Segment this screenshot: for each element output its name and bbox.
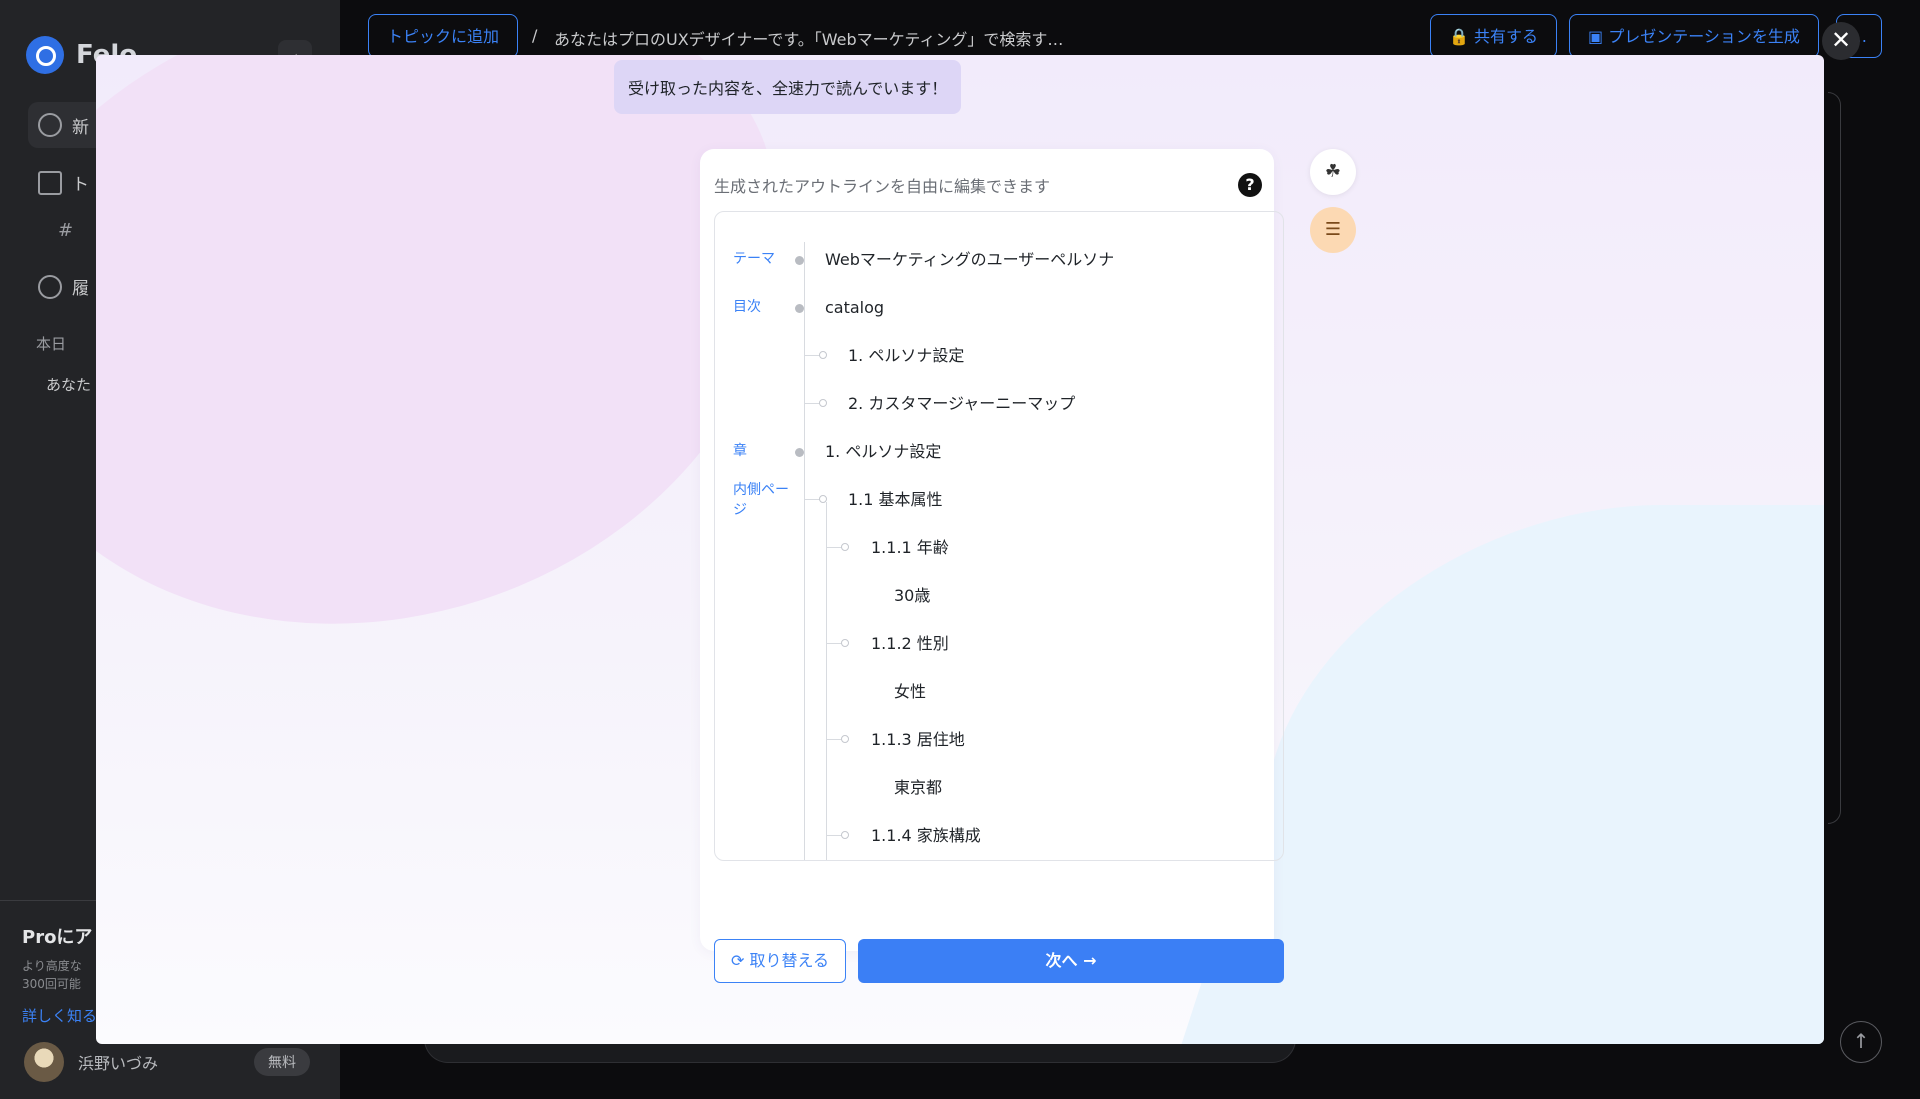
theme-label: テーマ	[733, 251, 775, 267]
theme-value[interactable]: Webマーケティングのユーザーペルソナ	[825, 248, 1114, 272]
bookmark-icon	[38, 170, 62, 195]
outline-dot	[795, 448, 804, 457]
subsection-row[interactable]: 1.1.3 居住地	[715, 728, 1283, 752]
toc-item[interactable]: 2. カスタマージャーニーマップ	[715, 392, 1283, 416]
shapes-tool-button[interactable]: ☘	[1310, 149, 1356, 195]
presentation-label: プレゼンテーションを生成	[1608, 27, 1800, 46]
logo-icon	[26, 36, 64, 74]
close-modal-button[interactable]: ✕	[1822, 22, 1860, 60]
subsection-value-row[interactable]: 東京都	[715, 776, 1283, 800]
outline-row-section[interactable]: 内側ページ 1.1 基本属性	[715, 482, 1283, 518]
outline-hint: 生成されたアウトラインを自由に編集できます	[714, 177, 1051, 196]
subsection-value-row[interactable]: 女性	[715, 680, 1283, 704]
share-button[interactable]: 🔒 共有する	[1430, 14, 1558, 58]
sidebar-item-history[interactable]: 履	[38, 274, 89, 299]
next-button[interactable]: 次へ →	[858, 939, 1284, 983]
subsection-title[interactable]: 1.1.4 家族構成	[871, 824, 981, 848]
plan-badge: 無料	[254, 1048, 310, 1076]
background-panel	[1828, 92, 1841, 824]
subsection-value[interactable]: 30歳	[894, 584, 930, 608]
inner-page-label-line: 内側ペー	[733, 482, 789, 498]
outline-card: 生成されたアウトラインを自由に編集できます ? テーマ Webマーケティングのユ…	[700, 149, 1284, 983]
toc-label: 目次	[733, 299, 761, 315]
subsection-value[interactable]: 女性	[894, 680, 926, 704]
export-outline-button[interactable]: ☰	[1310, 207, 1356, 253]
top-bar: トピックに追加 / あなたはプロのUXデザイナーです。「Webマーケティング」で…	[368, 14, 1900, 58]
section-today: 本日	[36, 335, 67, 353]
breadcrumb-separator: /	[532, 26, 538, 45]
toc-value[interactable]: catalog	[825, 296, 884, 320]
pro-desc-line: 300回可能	[22, 977, 81, 991]
replace-label: 取り替える	[749, 951, 830, 970]
subsection-row[interactable]: 1.1.1 年齢	[715, 536, 1283, 560]
scroll-to-top-button[interactable]: ↑	[1840, 1021, 1882, 1063]
subsection-title[interactable]: 1.1.2 性別	[871, 632, 949, 656]
help-icon[interactable]: ?	[1238, 173, 1262, 197]
generate-presentation-button[interactable]: ▣ プレゼンテーションを生成	[1569, 14, 1819, 58]
outline-modal: 受け取った内容を、全速力で読んでいます！ 生成されたアウトラインを自由に編集でき…	[96, 55, 1824, 1044]
subsection-row[interactable]: 1.1.2 性別	[715, 632, 1283, 656]
history-item[interactable]: あなた	[46, 374, 91, 395]
outline-node	[819, 399, 827, 407]
export-list-icon: ☰	[1324, 219, 1342, 240]
subsection-value[interactable]: 東京都	[894, 776, 942, 800]
toc-item[interactable]: 1. ペルソナ設定	[715, 344, 1283, 368]
outline-dot	[795, 256, 804, 265]
outline-row-theme[interactable]: テーマ Webマーケティングのユーザーペルソナ	[715, 248, 1283, 272]
toc-item-text[interactable]: 1. ペルソナ設定	[848, 344, 964, 368]
outline-row-toc[interactable]: 目次 catalog	[715, 296, 1283, 320]
section-title[interactable]: 1.1 基本属性	[848, 488, 943, 512]
sidebar-item-topics[interactable]: ト	[38, 170, 89, 195]
sidebar-item-label: 履	[72, 279, 89, 299]
outline-node	[841, 735, 849, 743]
outline-row-chapter[interactable]: 章 1. ペルソナ設定	[715, 440, 1283, 464]
share-label: 共有する	[1474, 27, 1539, 46]
subsection-row[interactable]: 1.1.4 家族構成	[715, 824, 1283, 848]
replace-button[interactable]: ⟳ 取り替える	[714, 939, 846, 983]
add-topic-button[interactable]: トピックに追加	[368, 14, 519, 58]
shapes-icon: ☘	[1324, 161, 1342, 182]
user-name: 浜野いづみ	[78, 1054, 159, 1073]
outline-node	[841, 639, 849, 647]
outline-node	[819, 495, 827, 503]
outline-node	[841, 831, 849, 839]
outline-editor[interactable]: テーマ Webマーケティングのユーザーペルソナ 目次 catalog 1. ペル…	[714, 211, 1284, 861]
pro-desc-line: より高度な	[22, 959, 82, 973]
subsection-value-row[interactable]: 30歳	[715, 584, 1283, 608]
plus-chat-icon	[38, 113, 62, 137]
sidebar-item-label: 新	[72, 117, 89, 138]
inner-page-label: 内側ページ	[733, 480, 789, 520]
toc-item-text[interactable]: 2. カスタマージャーニーマップ	[848, 392, 1075, 416]
subsection-title[interactable]: 1.1.3 居住地	[871, 728, 965, 752]
outline-dot	[795, 304, 804, 313]
user-profile[interactable]: 浜野いづみ	[24, 1042, 158, 1082]
status-toast: 受け取った内容を、全速力で読んでいます！	[614, 60, 962, 114]
chapter-value[interactable]: 1. ペルソナ設定	[825, 440, 941, 464]
outline-node	[819, 351, 827, 359]
inner-page-label-line: ジ	[733, 502, 747, 518]
sidebar-item-label: ト	[72, 175, 89, 195]
chapter-label: 章	[733, 443, 747, 459]
breadcrumb: あなたはプロのUXデザイナーです。「Webマーケティング」で検索す…	[554, 30, 1064, 49]
refresh-icon: ⟳	[730, 951, 745, 970]
pro-title: Proにア	[22, 927, 93, 948]
learn-more-link[interactable]: 詳しく知る	[22, 1005, 97, 1026]
hash-icon[interactable]: #	[58, 220, 73, 241]
history-icon	[38, 274, 62, 299]
outline-node	[841, 543, 849, 551]
pro-description: より高度な 300回可能	[22, 957, 82, 993]
avatar	[24, 1042, 64, 1082]
subsection-title[interactable]: 1.1.1 年齢	[871, 536, 949, 560]
